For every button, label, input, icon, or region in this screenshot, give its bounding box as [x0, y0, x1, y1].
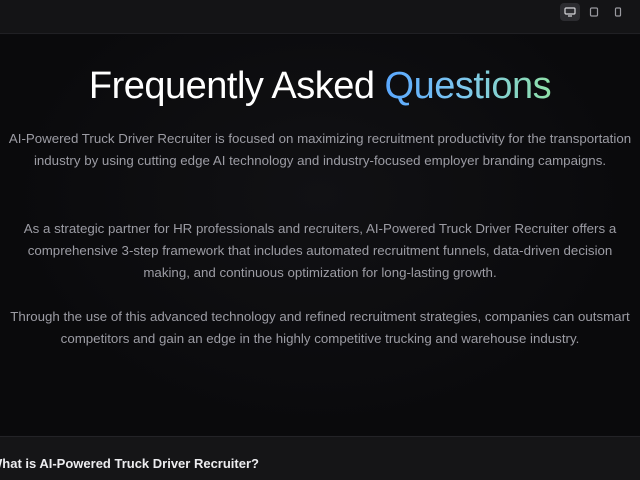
tablet-view-button[interactable] [584, 3, 604, 21]
faq-intro-paragraph-1: AI-Powered Truck Driver Recruiter is foc… [8, 131, 632, 168]
desktop-icon [564, 7, 576, 17]
faq-question-label[interactable]: What is AI-Powered Truck Driver Recruite… [0, 456, 259, 471]
faq-question-item[interactable]: What is AI-Powered Truck Driver Recruite… [0, 436, 640, 480]
faq-intro-paragraph-3: Through the use of this advanced technol… [10, 309, 630, 346]
faq-heading: Frequently Asked Questions [0, 63, 640, 109]
tablet-icon [589, 7, 599, 17]
mobile-view-button[interactable] [608, 3, 628, 21]
top-toolbar [0, 0, 640, 34]
mobile-icon [614, 7, 622, 17]
view-mode-switch [560, 3, 628, 21]
faq-heading-main: Frequently Asked [88, 65, 385, 107]
faq-intro-paragraph-2: As a strategic partner for HR profession… [23, 221, 617, 280]
faq-heading-accent: Questions [384, 65, 552, 107]
desktop-view-button[interactable] [560, 3, 580, 21]
